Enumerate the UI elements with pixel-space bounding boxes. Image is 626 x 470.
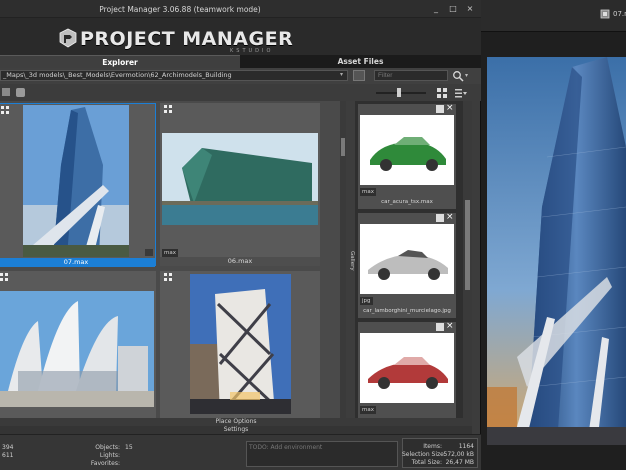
menu-icon[interactable] (145, 249, 153, 256)
objects-value: 15 (125, 444, 133, 451)
window-title: Project Manager 3.06.88 (teamwork mode) (99, 5, 261, 14)
select-toggle-icon[interactable] (1, 106, 9, 114)
maximize-button[interactable]: □ (448, 4, 458, 14)
selection-size-value: 572,00 kB (443, 451, 475, 458)
ship-building-thumbnail-image (162, 133, 318, 225)
grid-toggle-icon[interactable] (436, 214, 444, 222)
notes-placeholder: TODO: Add environment (249, 444, 323, 451)
gallery-item-name: car_lamborghini_murcielago.jpg (363, 308, 451, 314)
gallery-item-name: car_acura_tsx.max (381, 199, 433, 205)
total-size-value: 26,47 MB (445, 459, 474, 466)
tab-asset-files[interactable]: Asset Files (240, 55, 481, 68)
lamborghini-car-image (360, 224, 454, 294)
list-view-icon[interactable] (455, 88, 467, 98)
thumbnail-label: 06.max (160, 257, 320, 266)
file-type-tag: max (360, 406, 376, 414)
view-toolbar (0, 84, 481, 101)
church-thumbnail-image (0, 291, 154, 407)
tab-bar: Explorer Asset Files (0, 55, 481, 68)
logo-icon (59, 28, 77, 48)
status-number: 611 (2, 452, 14, 459)
gallery-tab-label: Gallery (349, 251, 355, 271)
objects-label: Objects: (95, 444, 120, 451)
thumbnail-church[interactable] (0, 271, 156, 418)
thumbnail-label: 07.max (0, 258, 155, 267)
minimize-button[interactable]: _ (431, 4, 441, 14)
gallery-scrollbar-thumb[interactable] (465, 200, 470, 290)
file-type-tag: max (360, 188, 376, 196)
close-icon[interactable]: × (446, 321, 454, 331)
close-button[interactable]: × (465, 4, 475, 14)
thumbnail-06-max[interactable]: max 06.max (160, 103, 320, 266)
grid-scrollbar-thumb[interactable] (341, 138, 345, 156)
tab-explorer[interactable]: Explorer (0, 55, 240, 68)
viewport-title: 07.max (613, 10, 626, 18)
viewport-icon (600, 9, 610, 19)
acura-car-image (360, 115, 454, 185)
thumbnail-07-max[interactable]: 07.max (0, 103, 156, 267)
lattice-building-thumbnail-image (190, 274, 291, 414)
settings-bar[interactable]: Settings (0, 426, 472, 434)
path-input[interactable]: _Maps\_3d models\_Best_Models\Evermotion… (0, 70, 348, 81)
items-label: Items: (423, 443, 442, 450)
grid-toggle-icon[interactable] (436, 323, 444, 331)
tower-thumbnail-image (23, 105, 129, 257)
sync-icon[interactable] (16, 88, 25, 97)
gallery-item-acura[interactable]: × max car_acura_tsx.max (358, 103, 456, 209)
status-number: 394 (2, 444, 14, 451)
select-toggle-icon[interactable] (164, 273, 172, 281)
logo-banner: PROJECT MANAGER KSTUDIO (0, 18, 481, 58)
screen: 07.max Project Manager 3.06.88 (teamwork… (0, 0, 626, 470)
items-value: 1164 (458, 443, 474, 450)
lights-label: Lights: (99, 452, 120, 459)
path-bar: _Maps\_3d models\_Best_Models\Evermotion… (0, 68, 481, 84)
slider-handle[interactable] (397, 88, 401, 97)
thumbnail-lattice-building[interactable] (160, 271, 320, 418)
grid-toggle-icon[interactable] (436, 105, 444, 113)
close-icon[interactable]: × (446, 103, 454, 113)
red-car-image (360, 333, 454, 403)
logo-subtitle: KSTUDIO (230, 48, 274, 54)
filter-icon[interactable] (353, 70, 365, 81)
search-icon[interactable] (452, 70, 464, 82)
gallery-item-red-car[interactable]: × max (358, 321, 456, 418)
gallery-item-lamborghini[interactable]: × jpg car_lamborghini_murcielago.jpg (358, 212, 456, 318)
total-size-label: Total Size: (411, 459, 442, 466)
grid-view-icon[interactable] (437, 88, 447, 98)
tower-render-image (487, 57, 626, 445)
file-type-tag: jpg (360, 297, 373, 305)
place-options-bar[interactable]: Place Options (0, 418, 472, 426)
thumbnail-size-slider[interactable] (376, 92, 426, 94)
logo-text: PROJECT MANAGER (80, 28, 294, 50)
favorites-label: Favorites: (90, 460, 120, 467)
project-manager-window: Project Manager 3.06.88 (teamwork mode) … (0, 0, 481, 470)
select-toggle-icon[interactable] (0, 273, 8, 281)
selection-size-label: Selection Size: (402, 451, 446, 458)
title-bar[interactable]: Project Manager 3.06.88 (teamwork mode) … (0, 0, 481, 18)
close-icon[interactable]: × (446, 212, 454, 222)
search-dropdown-icon[interactable]: ▾ (465, 72, 468, 79)
file-type-tag: max (162, 249, 178, 257)
filter-input[interactable] (374, 70, 448, 81)
folder-up-icon[interactable] (2, 88, 10, 96)
select-toggle-icon[interactable] (164, 105, 172, 113)
thumbnail-grid: 07.max max 06.max (0, 101, 340, 418)
path-dropdown-icon[interactable]: ▾ (340, 71, 343, 78)
